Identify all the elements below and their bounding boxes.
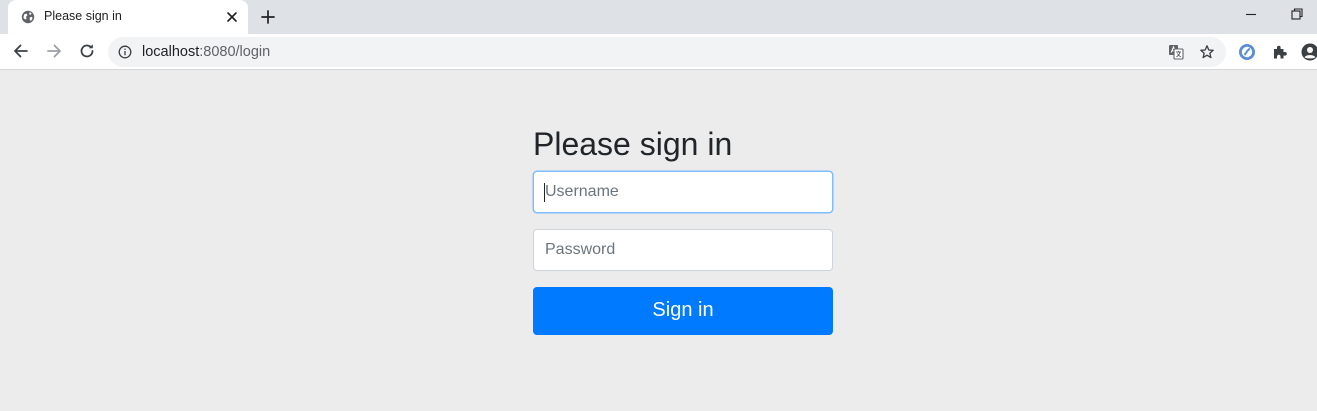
url-path: :8080/login [199,44,271,60]
url-text[interactable]: localhost:8080/login [142,44,270,60]
page-title: Please sign in [533,126,733,162]
browser-tab[interactable]: Please sign in [8,0,248,34]
browser-toolbar: localhost:8080/login [0,34,1317,70]
username-placeholder: Username [545,183,619,200]
url-host: localhost [142,44,200,60]
puzzle-icon[interactable] [1271,43,1289,61]
tab-title: Please sign in [44,9,122,23]
password-placeholder: Password [545,241,616,258]
star-icon[interactable] [1199,44,1215,60]
password-input[interactable]: Password [533,229,833,271]
username-input[interactable]: Username [533,171,833,213]
info-icon[interactable] [118,45,132,59]
reload-icon[interactable] [77,41,97,61]
extension-icon[interactable] [1238,43,1256,61]
login-page: Please sign in Username Password Sign in [0,71,1317,411]
tab-strip: Please sign in [0,0,1317,34]
arrow-right-icon[interactable] [44,41,64,61]
restore-icon[interactable] [1290,7,1304,21]
arrow-left-icon[interactable] [11,41,31,61]
plus-icon[interactable] [259,8,277,26]
sign-in-button-label: Sign in [652,299,714,321]
globe-icon [21,10,35,24]
translate-icon[interactable] [1168,44,1184,60]
minimize-icon[interactable] [1244,7,1258,21]
close-icon[interactable] [224,9,240,25]
profile-icon[interactable] [1301,43,1317,61]
sign-in-button[interactable]: Sign in [533,287,833,335]
address-bar[interactable]: localhost:8080/login [108,37,1226,67]
